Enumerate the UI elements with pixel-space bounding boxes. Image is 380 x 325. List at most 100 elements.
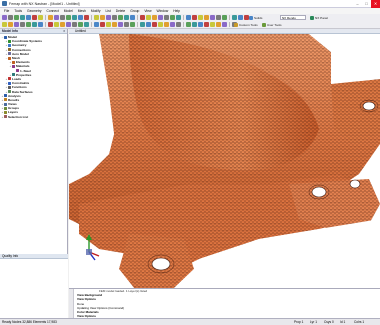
entity-tool-icon[interactable]	[94, 22, 99, 27]
main-tool-icon[interactable]	[48, 15, 53, 20]
menu-delete[interactable]: Delete	[116, 9, 126, 13]
entity-tool-icon[interactable]	[72, 22, 77, 27]
main-tool-icon[interactable]	[118, 15, 123, 20]
menu-help[interactable]: Help	[173, 9, 180, 13]
nx-panel-button[interactable]: NX Panel	[310, 15, 328, 21]
entity-tool-icon[interactable]	[14, 22, 19, 27]
main-tool-icon[interactable]	[222, 15, 227, 20]
menu-group[interactable]: Group	[130, 9, 139, 13]
main-tool-icon[interactable]	[78, 15, 83, 20]
main-tool-icon[interactable]	[238, 15, 243, 20]
menu-modify[interactable]: Modify	[91, 9, 101, 13]
entity-tool-icon[interactable]	[140, 22, 145, 27]
main-tool-icon[interactable]	[186, 15, 191, 20]
entity-tool-icon[interactable]	[100, 22, 105, 27]
entity-tool-icon[interactable]	[152, 22, 157, 27]
main-tool-icon[interactable]	[2, 15, 7, 20]
entity-tool-icon[interactable]	[48, 22, 53, 27]
entity-tool-icon[interactable]	[78, 22, 83, 27]
main-tool-icon[interactable]	[164, 15, 169, 20]
tree-item[interactable]: + Selection List	[1, 115, 67, 119]
entity-tool-icon[interactable]	[176, 22, 181, 27]
main-tool-icon[interactable]	[176, 15, 181, 20]
main-tool-icon[interactable]	[54, 15, 59, 20]
main-tool-icon[interactable]	[72, 15, 77, 20]
main-tool-icon[interactable]	[112, 15, 117, 20]
main-tool-icon[interactable]	[124, 15, 129, 20]
entity-tool-icon[interactable]	[20, 22, 25, 27]
entity-tool-icon[interactable]	[32, 22, 37, 27]
graphics-viewport[interactable]	[69, 34, 380, 288]
main-tool-icon[interactable]	[204, 15, 209, 20]
messages-pane-grip[interactable]	[69, 289, 74, 319]
entity-tool-icon[interactable]	[106, 22, 111, 27]
menu-connect[interactable]: Connect	[47, 9, 59, 13]
maximize-button[interactable]: □	[362, 0, 371, 8]
menu-tools[interactable]: Tools	[14, 9, 22, 13]
entity-tool-icon[interactable]	[54, 22, 59, 27]
entity-tool-icon[interactable]	[38, 22, 43, 27]
close-pane-icon[interactable]: x	[63, 29, 65, 34]
main-tool-icon[interactable]	[170, 15, 175, 20]
main-tool-icon[interactable]	[216, 15, 221, 20]
entity-tool-icon[interactable]	[216, 22, 221, 27]
menu-geometry[interactable]: Geometry	[27, 9, 41, 13]
main-tool-icon[interactable]	[158, 15, 163, 20]
entity-tool-icon[interactable]	[2, 22, 7, 27]
main-tool-icon[interactable]	[140, 15, 145, 20]
user-tools-button[interactable]: User Tools	[262, 22, 282, 28]
menu-view[interactable]: View	[144, 9, 151, 13]
close-button[interactable]: ✕	[371, 0, 380, 8]
menu-model[interactable]: Model	[64, 9, 73, 13]
main-tool-icon[interactable]	[130, 15, 135, 20]
entity-tool-icon[interactable]	[112, 22, 117, 27]
entity-tool-icon[interactable]	[146, 22, 151, 27]
menu-list[interactable]: List	[106, 9, 111, 13]
entity-tool-icon[interactable]	[204, 22, 209, 27]
entity-tool-icon[interactable]	[124, 22, 129, 27]
solids-button[interactable]: Solids	[249, 15, 262, 21]
main-tool-icon[interactable]	[66, 15, 71, 20]
main-tool-icon[interactable]	[232, 15, 237, 20]
custom-tools-button[interactable]: Custom Tools	[234, 22, 258, 28]
entity-tool-icon[interactable]	[118, 22, 123, 27]
status-layer[interactable]: Lyr 1	[310, 319, 317, 325]
main-tool-icon[interactable]	[8, 15, 13, 20]
main-tool-icon[interactable]	[146, 15, 151, 20]
status-id[interactable]: Id 1	[340, 319, 345, 325]
entity-tool-icon[interactable]	[8, 22, 13, 27]
main-tool-icon[interactable]	[100, 15, 105, 20]
main-tool-icon[interactable]	[38, 15, 43, 20]
main-tool-icon[interactable]	[152, 15, 157, 20]
main-tool-icon[interactable]	[60, 15, 65, 20]
entity-tool-icon[interactable]	[26, 22, 31, 27]
menu-mesh[interactable]: Mesh	[78, 9, 86, 13]
entity-tool-icon[interactable]	[186, 22, 191, 27]
view-style-combo[interactable]: NX Rendu	[280, 15, 306, 20]
entity-tool-icon[interactable]	[210, 22, 215, 27]
main-tool-icon[interactable]	[94, 15, 99, 20]
entity-tool-icon[interactable]	[164, 22, 169, 27]
main-tool-icon[interactable]	[210, 15, 215, 20]
minimize-button[interactable]: –	[353, 0, 362, 8]
entity-tool-icon[interactable]	[192, 22, 197, 27]
status-csys[interactable]: Csys 0	[324, 319, 334, 325]
entity-tool-icon[interactable]	[158, 22, 163, 27]
status-colors[interactable]: Colrs 1	[354, 319, 364, 325]
main-tool-icon[interactable]	[26, 15, 31, 20]
status-prop[interactable]: Prop 1	[294, 319, 303, 325]
entity-tool-icon[interactable]	[66, 22, 71, 27]
entity-tool-icon[interactable]	[222, 22, 227, 27]
entity-tool-icon[interactable]	[198, 22, 203, 27]
menu-file[interactable]: File	[4, 9, 9, 13]
entity-tool-icon[interactable]	[170, 22, 175, 27]
main-tool-icon[interactable]	[84, 15, 89, 20]
menu-window[interactable]: Window	[156, 9, 168, 13]
entity-tool-icon[interactable]	[84, 22, 89, 27]
main-tool-icon[interactable]	[198, 15, 203, 20]
main-tool-icon[interactable]	[192, 15, 197, 20]
main-tool-icon[interactable]	[20, 15, 25, 20]
main-tool-icon[interactable]	[14, 15, 19, 20]
main-tool-icon[interactable]	[106, 15, 111, 20]
entity-tool-icon[interactable]	[130, 22, 135, 27]
